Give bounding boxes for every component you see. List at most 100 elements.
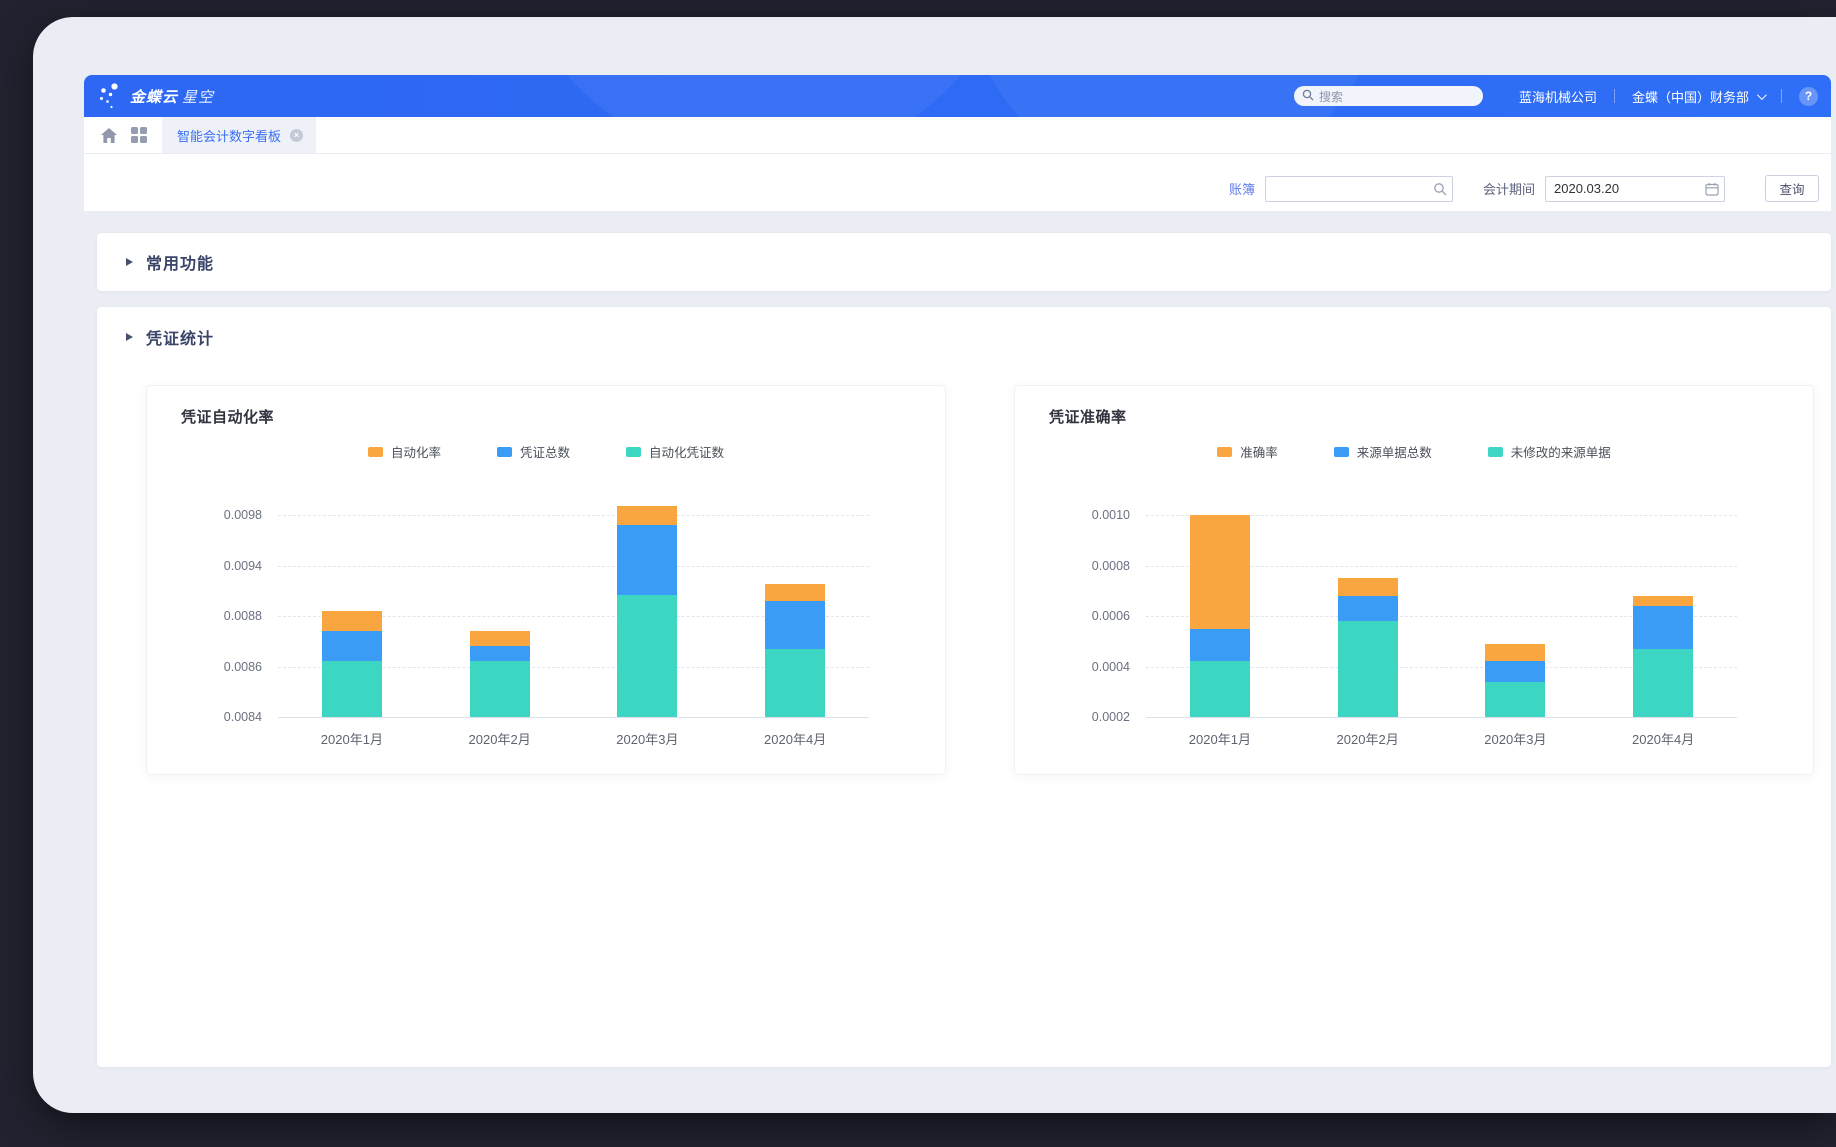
bar-segment-未修改的来源单据[interactable] [1485, 682, 1545, 717]
caret-right-icon [126, 333, 133, 341]
period-input-wrap [1545, 176, 1725, 202]
bar-slot: 2020年4月 [1589, 515, 1737, 717]
search-icon[interactable] [1433, 182, 1447, 196]
stacked-bar [322, 515, 382, 717]
x-category-label: 2020年2月 [1294, 729, 1442, 748]
bar-segment-未修改的来源单据[interactable] [1338, 621, 1398, 717]
book-input[interactable] [1265, 176, 1453, 202]
x-category-label: 2020年2月 [426, 729, 574, 748]
logo-text: 金蝶云星空 [130, 86, 214, 107]
top-nav-bar: 金蝶云星空 搜索 蓝海机械公司 金蝶（中国）财务部 ? [84, 75, 1831, 117]
bar-segment-未修改的来源单据[interactable] [1190, 661, 1250, 717]
bar-segment-凭证总数[interactable] [765, 601, 825, 649]
book-input-wrap [1265, 176, 1453, 202]
bar-segment-准确率[interactable] [1633, 596, 1693, 606]
bar-segment-来源单据总数[interactable] [1190, 629, 1250, 662]
y-tick-label: 0.0094 [224, 559, 262, 573]
y-tick-label: 0.0098 [224, 508, 262, 522]
legend-label: 来源单据总数 [1357, 442, 1432, 461]
stacked-bar [1338, 515, 1398, 717]
legend-item[interactable]: 未修改的来源单据 [1488, 442, 1611, 461]
legend-item[interactable]: 自动化率 [368, 442, 441, 461]
legend-swatch [368, 447, 383, 457]
bar-segment-自动化率[interactable] [322, 611, 382, 631]
bar-segment-自动化凭证数[interactable] [470, 661, 530, 717]
stacked-bar [765, 515, 825, 717]
stacked-bar [1633, 515, 1693, 717]
bar-segment-自动化凭证数[interactable] [322, 661, 382, 717]
y-tick-label: 0.0086 [224, 660, 262, 674]
legend-label: 自动化凭证数 [649, 442, 724, 461]
search-placeholder: 搜索 [1319, 88, 1343, 105]
bar-slot: 2020年1月 [1146, 515, 1294, 717]
bar-segment-未修改的来源单据[interactable] [1633, 649, 1693, 717]
user-org-label: 金蝶（中国）财务部 [1632, 87, 1749, 106]
bar-segment-自动化率[interactable] [617, 506, 677, 525]
bar-segment-来源单据总数[interactable] [1485, 661, 1545, 681]
period-input[interactable] [1545, 176, 1725, 202]
x-category-label: 2020年1月 [1146, 729, 1294, 748]
y-tick-label: 0.0006 [1092, 609, 1130, 623]
bar-slot: 2020年3月 [1442, 515, 1590, 717]
chart-card-accuracy-rate: 凭证准确率 准确率来源单据总数未修改的来源单据 0.00020.00040.00… [1014, 385, 1814, 775]
home-icon[interactable] [94, 120, 124, 150]
calendar-icon[interactable] [1705, 182, 1719, 196]
app-grid-icon[interactable] [124, 120, 154, 150]
y-tick-label: 0.0084 [224, 710, 262, 724]
chevron-down-icon [1757, 90, 1767, 100]
legend-item[interactable]: 来源单据总数 [1334, 442, 1432, 461]
query-button[interactable]: 查询 [1765, 175, 1819, 202]
bar-slot: 2020年2月 [1294, 515, 1442, 717]
chart-legend: 自动化率 凭证总数 自动化凭证数 [147, 442, 945, 461]
user-org-dropdown[interactable]: 金蝶（中国）财务部 [1632, 87, 1764, 106]
bar-segment-凭证总数[interactable] [470, 646, 530, 661]
legend-swatch [497, 447, 512, 457]
bar-segment-来源单据总数[interactable] [1633, 606, 1693, 649]
spacer [84, 291, 1831, 307]
stacked-bar [617, 515, 677, 717]
y-tick-label: 0.0010 [1092, 508, 1130, 522]
stacked-bar [1190, 515, 1250, 717]
section-common-functions: 常用功能 [97, 233, 1831, 291]
bar-segment-凭证总数[interactable] [322, 631, 382, 661]
topbar-right: 蓝海机械公司 金蝶（中国）财务部 ? [1519, 87, 1818, 106]
legend-item[interactable]: 凭证总数 [497, 442, 570, 461]
bar-segment-自动化凭证数[interactable] [617, 595, 677, 717]
legend-item[interactable]: 自动化凭证数 [626, 442, 724, 461]
y-tick-label: 0.0088 [224, 609, 262, 623]
help-icon[interactable]: ? [1799, 87, 1818, 106]
tab-smart-accounting-dashboard[interactable]: 智能会计数字看板 × [162, 117, 316, 153]
global-search-input[interactable]: 搜索 [1294, 86, 1483, 106]
stacked-bar [1485, 515, 1545, 717]
legend-label: 自动化率 [391, 442, 441, 461]
grid-glyph [131, 127, 148, 144]
x-category-label: 2020年3月 [1442, 729, 1590, 748]
section-common-header[interactable]: 常用功能 [97, 250, 214, 274]
section-stats-header[interactable]: 凭证统计 [97, 307, 1831, 349]
screenshot-root: { "header": { "logo_bold": "金蝶云", "logo_… [0, 0, 1836, 1147]
legend-swatch [1488, 447, 1503, 457]
bar-segment-自动化凭证数[interactable] [765, 649, 825, 717]
section-title: 凭证统计 [146, 325, 214, 349]
divider [1614, 89, 1615, 103]
legend-swatch [1217, 447, 1232, 457]
chart-card-automation-rate: 凭证自动化率 自动化率凭证总数自动化凭证数 0.00840.00860.0088… [146, 385, 946, 775]
header-decor-circle [504, 75, 1024, 117]
legend-item[interactable]: 准确率 [1217, 442, 1278, 461]
legend-swatch [626, 447, 641, 457]
chart-plot: 0.00840.00860.00880.00940.00982020年1月202… [278, 515, 869, 718]
spacer [84, 211, 1831, 233]
bar-segment-自动化率[interactable] [765, 584, 825, 601]
close-icon[interactable]: × [290, 129, 303, 142]
bar-segment-来源单据总数[interactable] [1338, 596, 1398, 621]
bar-segment-凭证总数[interactable] [617, 525, 677, 595]
tab-label: 智能会计数字看板 [177, 126, 281, 145]
bar-segment-自动化率[interactable] [470, 631, 530, 646]
app-window: 金蝶云星空 搜索 蓝海机械公司 金蝶（中国）财务部 ? [33, 17, 1836, 1113]
bar-segment-准确率[interactable] [1190, 515, 1250, 629]
chart-legend: 准确率 来源单据总数 未修改的来源单据 [1015, 442, 1813, 461]
bar-segment-准确率[interactable] [1338, 578, 1398, 596]
tab-bar: 智能会计数字看板 × [84, 117, 1831, 154]
bar-segment-准确率[interactable] [1485, 644, 1545, 662]
y-tick-label: 0.0002 [1092, 710, 1130, 724]
